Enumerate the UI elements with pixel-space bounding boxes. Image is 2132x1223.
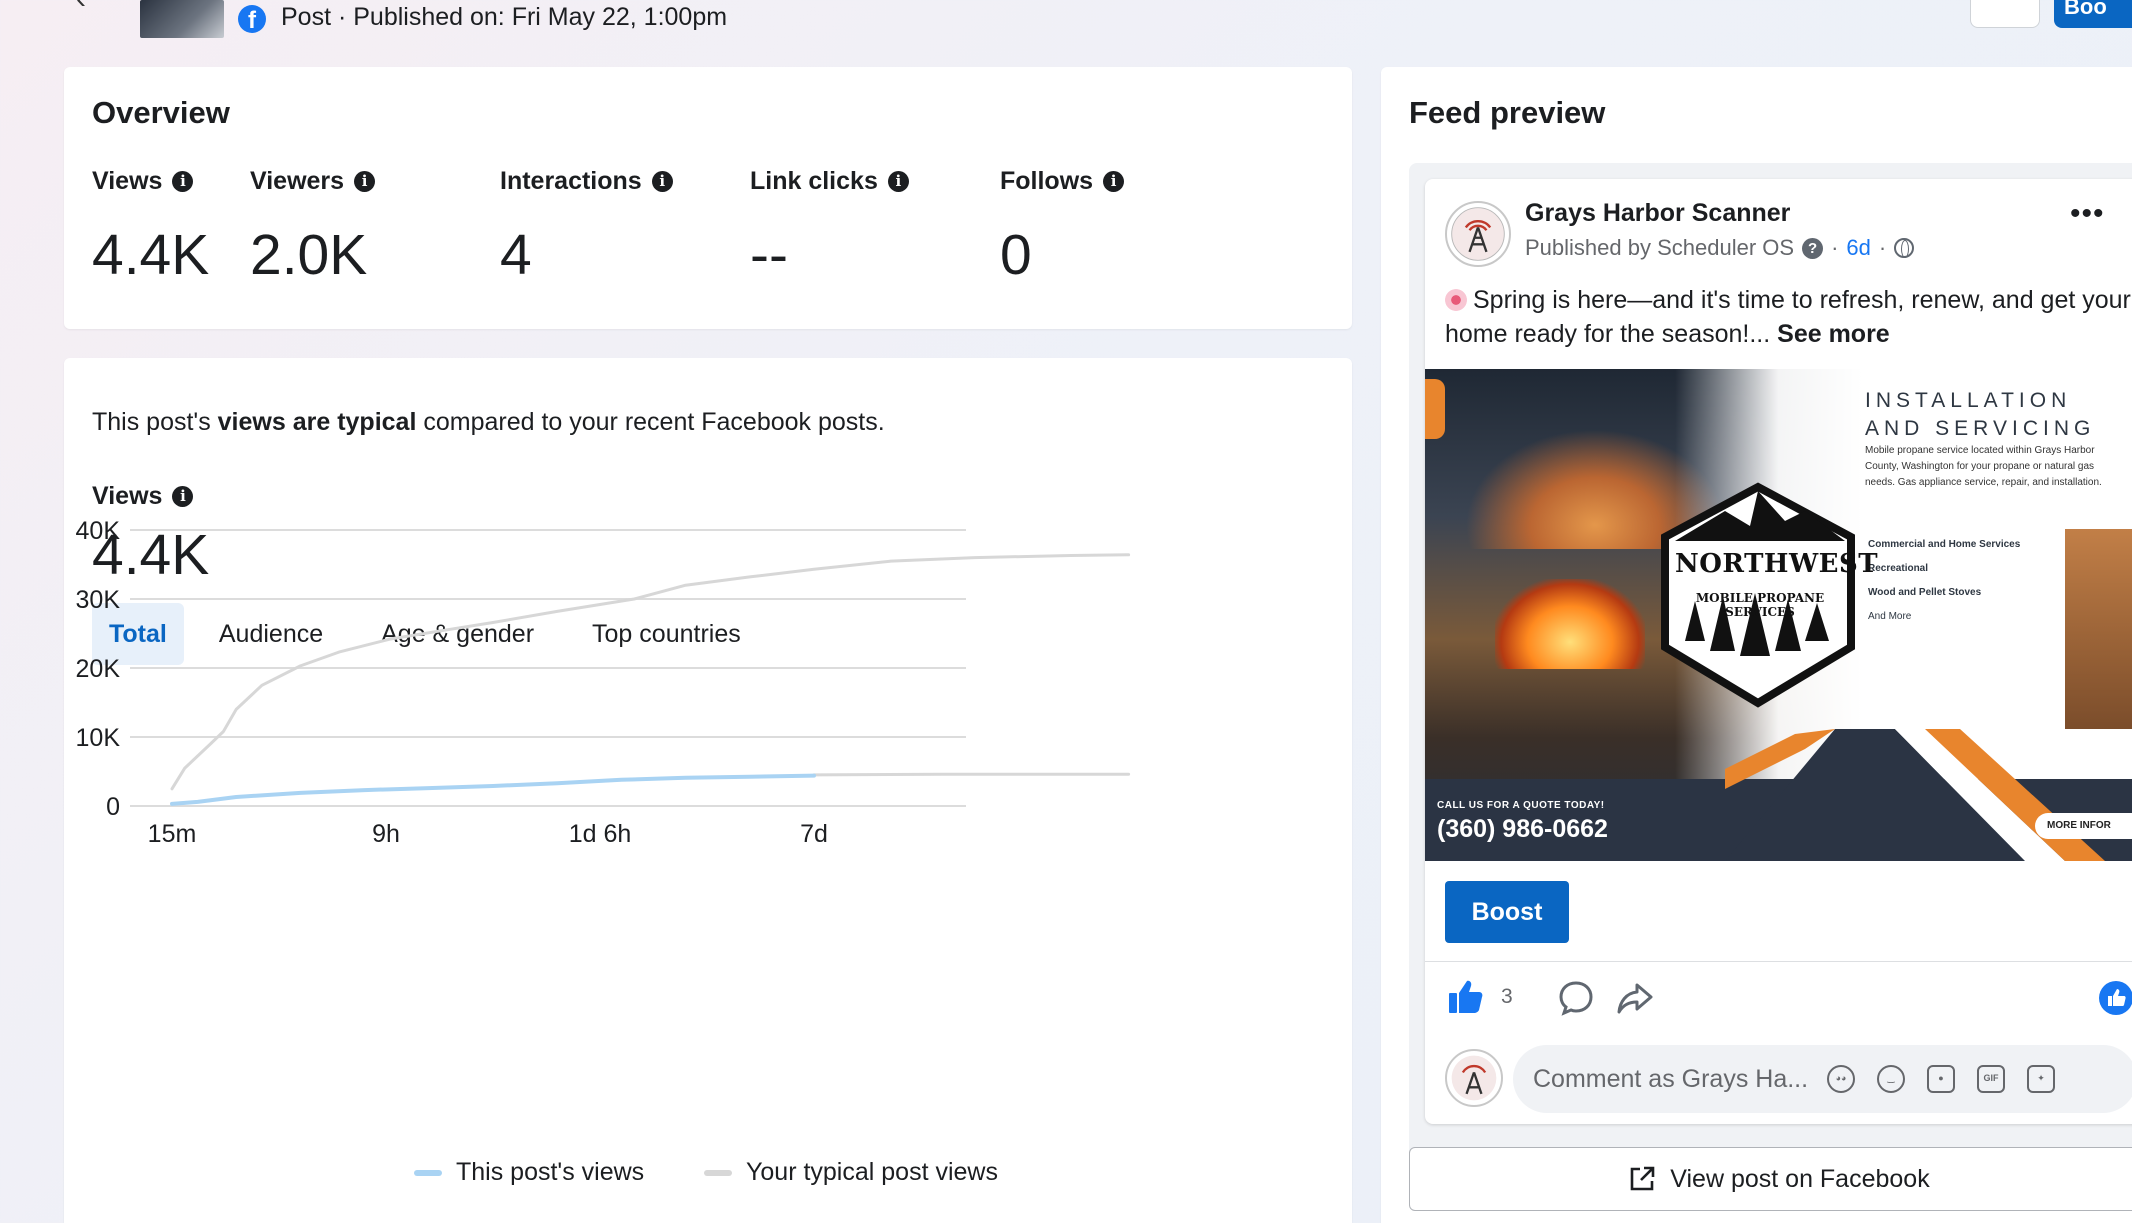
page-avatar[interactable] — [1445, 201, 1511, 267]
ad-wood-pellets-photo — [2065, 529, 2132, 729]
metric-label: Viewers — [250, 167, 345, 195]
commenter-avatar[interactable] — [1445, 1049, 1503, 1107]
globe-icon — [1894, 238, 1915, 258]
ad-description: Mobile propane service located within Gr… — [1865, 445, 2102, 488]
post-ad-image[interactable]: INSTALLATION AND SERVICING Mobile propane… — [1425, 369, 2132, 861]
metric-interactions: Interactions i 4 — [500, 167, 673, 288]
feed-preview-title: Feed preview — [1409, 95, 1606, 130]
series-line-this-post — [170, 773, 816, 806]
view-post-label: View post on Facebook — [1670, 1164, 1930, 1193]
scanner-tower-icon — [1451, 1055, 1497, 1101]
x-tick-label: 1d 6h — [569, 820, 632, 848]
flower-emoji-icon — [1445, 289, 1467, 311]
x-tick-label: 9h — [372, 820, 400, 848]
facebook-icon: f — [238, 5, 266, 33]
series-line-typical — [812, 772, 1131, 777]
legend-item-this-post: This post's views — [414, 1158, 644, 1187]
ad-logo-main-text: NORTHWEST — [1675, 549, 1879, 579]
facebook-post: Grays Harbor Scanner Published by Schedu… — [1425, 179, 2132, 1124]
post-thumbnail — [140, 0, 224, 38]
ad-phone-number: (360) 986-0662 — [1437, 815, 1608, 843]
series-line-typical — [170, 553, 1131, 791]
legend-item-typical: Your typical post views — [704, 1158, 998, 1187]
like-icon[interactable] — [1445, 977, 1485, 1017]
ad-service-list: Commercial and Home Services Recreationa… — [1868, 539, 2021, 622]
metric-label: Link clicks — [750, 167, 878, 195]
metric-value: 0 — [1000, 223, 1032, 287]
comment-input[interactable]: Comment as Grays Ha... ◕◕ ‿ ● GIF ✦ — [1513, 1045, 2132, 1113]
boost-post-button[interactable]: Boo — [2054, 0, 2132, 28]
gif-icon[interactable]: GIF — [1977, 1065, 2005, 1093]
info-icon[interactable]: i — [1103, 171, 1125, 192]
top-bar: ‹ f Post · Published on: Fri May 22, 1:0… — [0, 0, 2132, 62]
views-line-chart: 0 10K 20K 30K 40K 15m 9h 1d 6h 7d — [76, 517, 1131, 848]
ad-logo-sub-text: MOBILE PROPANE SERVICES — [1695, 591, 1825, 619]
published-by: Published by Scheduler OS — [1525, 235, 1795, 260]
metric-label: Interactions — [500, 167, 642, 195]
overview-card: Overview Views i 4.4K Viewers i 2.0K Inter… — [64, 67, 1352, 329]
more-options-icon[interactable]: ••• — [2070, 197, 2105, 231]
more-options-button[interactable] — [1970, 0, 2040, 28]
metric-value: -- — [750, 223, 788, 287]
ad-heading: INSTALLATION AND SERVICING — [1865, 389, 2096, 440]
metric-value: 2.0K — [250, 223, 368, 287]
emoji-icon[interactable]: ‿ — [1877, 1065, 1905, 1093]
y-tick-label: 0 — [106, 793, 120, 821]
info-icon[interactable]: i — [172, 171, 194, 192]
post-subtitle: Published by Scheduler OS ? · 6d · — [1525, 235, 1915, 261]
metric-value: 4.4K — [92, 223, 210, 287]
like-count: 3 — [1501, 985, 1513, 1008]
boost-button[interactable]: Boost — [1445, 881, 1569, 943]
back-arrow-icon[interactable]: ‹ — [76, 0, 86, 16]
post-time-link[interactable]: 6d — [1846, 235, 1870, 261]
y-tick-label: 10K — [76, 724, 121, 752]
metric-link-clicks: Link clicks i -- — [750, 167, 909, 288]
y-tick-label: 40K — [76, 517, 121, 545]
external-link-icon — [1630, 1166, 1655, 1191]
post-published-meta: Post · Published on: Fri May 22, 1:00pm — [281, 3, 728, 31]
ad-more-info-button: MORE INFOR — [2035, 813, 2132, 839]
metric-viewers: Viewers i 2.0K — [250, 167, 376, 288]
overview-title: Overview — [92, 95, 230, 130]
feed-preview-card: Feed preview Grays Harbor Scanner Publis… — [1381, 67, 2132, 1223]
see-more-link[interactable]: See more — [1777, 320, 1890, 348]
info-icon[interactable]: i — [354, 171, 376, 192]
ad-orange-tab — [1425, 379, 1445, 439]
y-tick-label: 20K — [76, 655, 121, 683]
y-tick-label: 30K — [76, 586, 121, 614]
metric-value: 4 — [500, 223, 532, 287]
avatar-sticker-icon[interactable]: ◕◕ — [1827, 1065, 1855, 1093]
post-body-text: Spring is here—and it's time to refresh,… — [1445, 286, 2131, 348]
legend-label: Your typical post views — [746, 1158, 998, 1186]
comment-icon[interactable] — [1557, 979, 1595, 1017]
like-reaction-icon[interactable] — [2099, 981, 2132, 1015]
sticker-icon[interactable]: ✦ — [2027, 1065, 2055, 1093]
info-icon[interactable]: i — [887, 171, 909, 192]
info-icon[interactable]: i — [651, 171, 673, 192]
view-post-on-facebook-button[interactable]: View post on Facebook — [1409, 1147, 2132, 1211]
comment-placeholder: Comment as Grays Ha... — [1533, 1065, 1809, 1093]
x-tick-label: 15m — [148, 820, 197, 848]
question-icon[interactable]: ? — [1802, 237, 1824, 259]
ad-firepit-flame — [1495, 579, 1645, 669]
metric-label: Follows — [1000, 167, 1094, 195]
metric-label: Views — [92, 167, 163, 195]
legend-swatch — [414, 1169, 442, 1176]
legend-swatch — [704, 1169, 732, 1176]
metric-follows: Follows i 0 — [1000, 167, 1125, 288]
post-actions-bar: 3 — [1445, 973, 2132, 1023]
share-icon[interactable] — [1615, 979, 1655, 1017]
views-detail-card: This post's views are typical compared t… — [64, 358, 1352, 1223]
ad-call-text: CALL US FOR A QUOTE TODAY! — [1437, 800, 1605, 811]
x-tick-label: 7d — [800, 820, 828, 848]
scanner-tower-icon — [1451, 207, 1505, 261]
page-name[interactable]: Grays Harbor Scanner — [1525, 199, 1790, 228]
post-preview-frame: Grays Harbor Scanner Published by Schedu… — [1409, 163, 2132, 1163]
legend-label: This post's views — [456, 1158, 645, 1186]
camera-icon[interactable]: ● — [1927, 1065, 1955, 1093]
divider — [1425, 961, 2132, 962]
comment-tools: ◕◕ ‿ ● GIF ✦ — [1827, 1065, 2055, 1093]
metric-views: Views i 4.4K — [92, 167, 209, 288]
